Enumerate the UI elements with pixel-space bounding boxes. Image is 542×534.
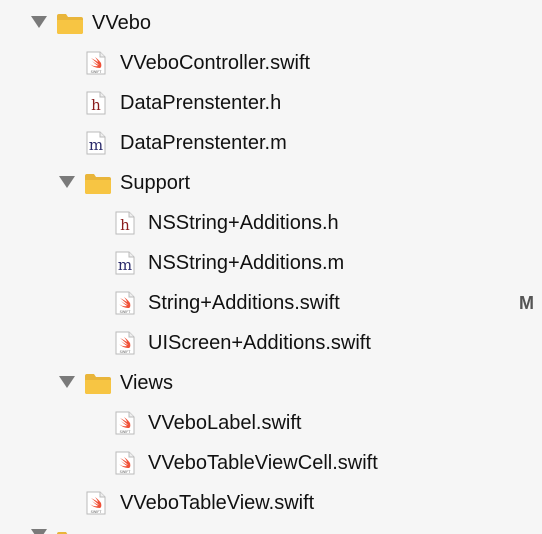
swift-file-icon: SWIFT	[84, 51, 108, 75]
modified-status-badge: M	[519, 293, 534, 313]
tree-row-file[interactable]: SWIFT VVeboTableViewCell.swift	[0, 442, 542, 482]
header-glyph: h	[91, 96, 101, 114]
project-navigator: VVebo SWIFT VVeboController.swift h Data…	[0, 0, 542, 534]
tree-row-vvebo-group[interactable]: VVebo	[0, 2, 542, 42]
tree-row-views-group[interactable]: Views	[0, 362, 542, 402]
file-label: NSString+Additions.h	[148, 212, 339, 234]
group-label: Support	[120, 172, 191, 194]
file-label: String+Additions.swift	[148, 292, 340, 314]
swift-file-icon: SWIFT	[84, 491, 108, 515]
swift-icon-caption: SWIFT	[91, 70, 103, 74]
swift-file-icon: SWIFT	[113, 291, 137, 315]
file-label: VVeboController.swift	[120, 52, 311, 74]
swift-icon-caption: SWIFT	[120, 350, 132, 354]
file-label: VVeboTableView.swift	[120, 492, 315, 514]
swift-icon-caption: SWIFT	[120, 310, 132, 314]
tree-row-file[interactable]: m DataPrenstenter.m	[0, 122, 542, 162]
group-label: VVebo	[92, 12, 151, 34]
file-label: VVeboTableViewCell.swift	[148, 452, 378, 474]
header-file-icon: h	[113, 211, 137, 235]
folder-icon	[56, 11, 84, 35]
file-label: DataPrenstenter.h	[120, 92, 282, 114]
swift-icon-caption: SWIFT	[120, 430, 132, 434]
group-label: Views	[120, 372, 173, 394]
file-label: VVeboLabel.swift	[148, 412, 302, 434]
file-label: DataPrenstenter.m	[120, 132, 287, 154]
disclosure-triangle-down-icon[interactable]	[58, 375, 76, 389]
disclosure-triangle-down-icon[interactable]	[58, 175, 76, 189]
folder-icon	[56, 529, 84, 534]
header-file-icon: h	[84, 91, 108, 115]
swift-icon-caption: SWIFT	[120, 470, 132, 474]
disclosure-triangle-down-icon[interactable]	[30, 528, 48, 534]
objc-file-icon: m	[84, 131, 108, 155]
tree-row-file[interactable]: SWIFT VVeboController.swift	[0, 42, 542, 82]
header-glyph: h	[120, 216, 130, 234]
tree-row-partial[interactable]	[0, 526, 542, 534]
folder-icon	[84, 171, 112, 195]
objc-file-icon: m	[113, 251, 137, 275]
file-label: NSString+Additions.m	[148, 252, 345, 274]
objc-glyph: m	[118, 256, 132, 274]
disclosure-triangle-down-icon[interactable]	[30, 15, 48, 29]
tree-row-file[interactable]: h NSString+Additions.h	[0, 202, 542, 242]
tree-row-file[interactable]: SWIFT String+Additions.swift M	[0, 282, 542, 322]
objc-glyph: m	[89, 136, 103, 154]
tree-row-file[interactable]: SWIFT VVeboTableView.swift	[0, 482, 542, 522]
swift-file-icon: SWIFT	[113, 331, 137, 355]
swift-file-icon: SWIFT	[113, 451, 137, 475]
tree-row-support-group[interactable]: Support	[0, 162, 542, 202]
tree-row-file[interactable]: h DataPrenstenter.h	[0, 82, 542, 122]
tree-row-file[interactable]: SWIFT UIScreen+Additions.swift	[0, 322, 542, 362]
file-label: UIScreen+Additions.swift	[148, 332, 371, 354]
tree-row-file[interactable]: SWIFT VVeboLabel.swift	[0, 402, 542, 442]
swift-file-icon: SWIFT	[113, 411, 137, 435]
swift-icon-caption: SWIFT	[91, 510, 103, 514]
tree-row-file[interactable]: m NSString+Additions.m	[0, 242, 542, 282]
folder-icon	[84, 371, 112, 395]
